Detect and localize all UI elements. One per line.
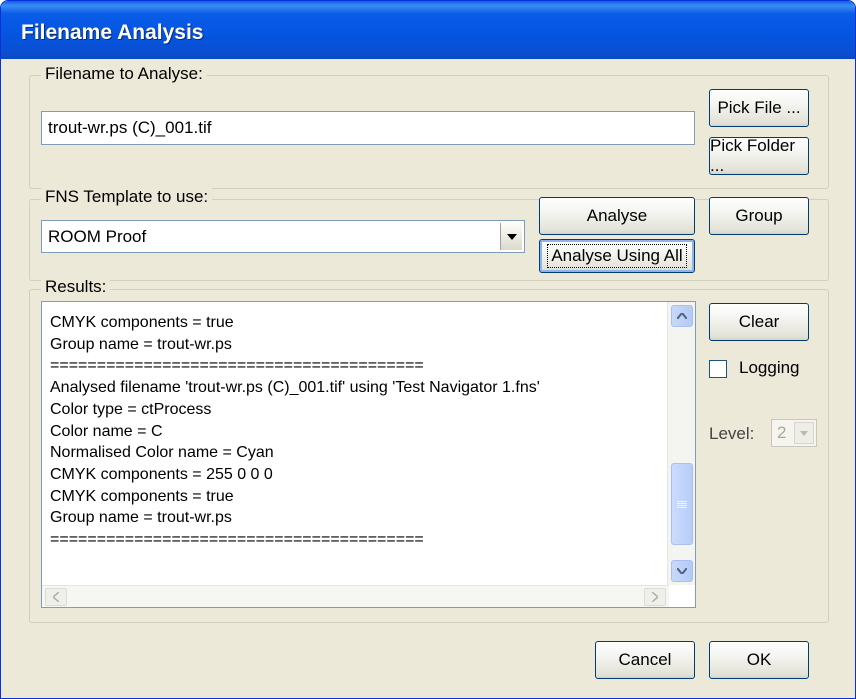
scroll-up-arrow-icon[interactable]	[671, 305, 693, 327]
ok-button[interactable]: OK	[709, 641, 809, 679]
level-select[interactable]: 2	[771, 419, 817, 447]
filename-group-label: Filename to Analyse:	[41, 64, 207, 84]
results-lines: CMYK components = true Group name = trout…	[50, 312, 665, 551]
ok-label: OK	[746, 650, 772, 669]
clear-button[interactable]: Clear	[709, 303, 809, 341]
cancel-button[interactable]: Cancel	[595, 641, 695, 679]
scroll-left-arrow-icon[interactable]	[45, 588, 67, 606]
analyse-using-all-label: Analyse Using All	[547, 244, 687, 268]
clear-label: Clear	[738, 312, 780, 331]
window-title: Filename Analysis	[21, 21, 204, 44]
dropdown-arrow-icon[interactable]	[500, 223, 522, 250]
pick-file-button[interactable]: Pick File ...	[709, 89, 809, 127]
results-line: ========================================	[50, 357, 424, 375]
template-group-label: FNS Template to use:	[41, 187, 213, 207]
filename-value: trout-wr.ps (C)_001.tif	[48, 118, 212, 137]
results-line: Analysed filename 'trout-wr.ps (C)_001.t…	[50, 379, 540, 397]
cancel-label: Cancel	[618, 650, 672, 669]
group-label: Group	[735, 206, 783, 225]
pick-folder-label: Pick Folder ...	[710, 136, 796, 175]
results-line: Normalised Color name = Cyan	[50, 444, 274, 462]
results-line: CMYK components = 255 0 0 0	[50, 465, 273, 483]
results-group-label: Results:	[41, 277, 111, 297]
scroll-grip-icon	[677, 501, 687, 509]
logging-label: Logging	[739, 358, 800, 377]
results-line: ========================================	[50, 531, 424, 549]
scroll-down-arrow-icon[interactable]	[671, 560, 693, 582]
level-value: 2	[777, 423, 787, 442]
horizontal-scrollbar[interactable]	[42, 585, 669, 607]
results-line: CMYK components = true	[50, 487, 234, 505]
results-log[interactable]: CMYK components = true Group name = trout…	[41, 301, 696, 608]
template-select[interactable]: ROOM Proof	[41, 220, 525, 253]
pick-file-label: Pick File ...	[717, 98, 801, 117]
results-line: Group name = trout-wr.ps	[50, 509, 232, 527]
scroll-right-arrow-icon[interactable]	[644, 588, 666, 606]
pick-folder-button[interactable]: Pick Folder ...	[709, 136, 809, 175]
results-line: CMYK components = true	[50, 314, 234, 331]
vertical-scrollbar[interactable]	[667, 302, 695, 585]
results-line: Group name = trout-wr.ps	[50, 335, 232, 353]
filename-analysis-dialog: Filename Analysis Filename to Analyse: t…	[0, 0, 856, 699]
analyse-label: Analyse	[586, 206, 648, 225]
template-selected-value: ROOM Proof	[48, 226, 147, 246]
level-dropdown-arrow-icon[interactable]	[794, 422, 814, 444]
analyse-button[interactable]: Analyse	[539, 197, 695, 235]
group-button[interactable]: Group	[709, 197, 809, 235]
results-line: Color name = C	[50, 422, 163, 440]
analyse-using-all-button[interactable]: Analyse Using All	[539, 239, 695, 273]
filename-input[interactable]: trout-wr.ps (C)_001.tif	[41, 111, 695, 145]
title-bar[interactable]: Filename Analysis	[1, 1, 855, 59]
scroll-thumb[interactable]	[671, 463, 693, 546]
results-line: Color type = ctProcess	[50, 400, 212, 418]
logging-checkbox[interactable]	[709, 360, 727, 378]
level-label: Level:	[709, 424, 755, 443]
